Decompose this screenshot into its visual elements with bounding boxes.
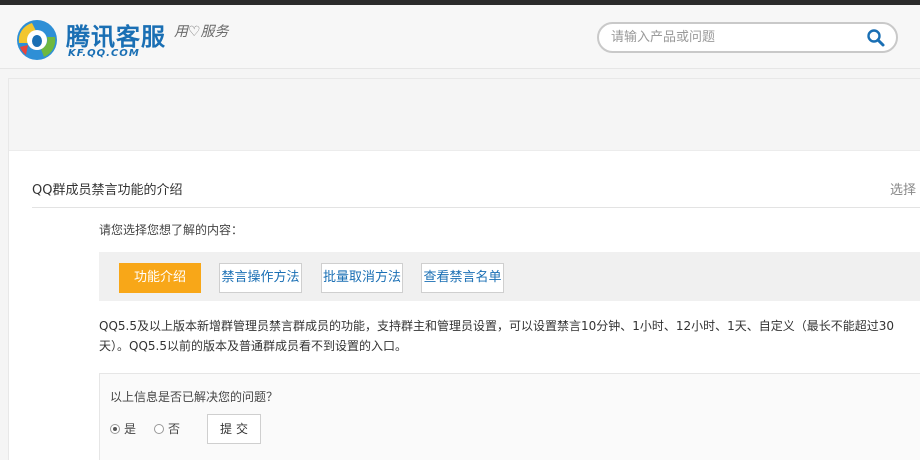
radio-no-label: 否 [168,422,181,436]
content-prompt: 请您选择您想了解的内容： [99,223,244,237]
radio-yes-label: 是 [124,422,137,436]
brand-name: 腾讯客服 [66,23,166,51]
radio-checked-icon [110,423,120,434]
brand-domain: KF.QQ.COM [68,48,140,59]
radio-no[interactable]: 否 [154,421,180,437]
radio-yes[interactable]: 是 [110,421,136,437]
select-link[interactable]: 选择 [890,179,916,198]
radio-unchecked-icon [154,423,164,434]
logo[interactable]: 腾讯客服 KF.QQ.COM 用♡服务 [14,15,244,67]
brand-slogan: 用♡服务 [174,24,229,40]
feedback-question: 以上信息是否已解决您的问题？ [110,390,279,404]
search-icon[interactable] [866,28,886,48]
article-title: QQ群成员禁言功能的介绍 [32,183,183,198]
search-box [597,22,898,53]
search-input[interactable] [611,27,861,48]
banner-area [9,79,920,151]
feedback-panel: 以上信息是否已解决您的问题？ 是 否 提交 [99,373,920,460]
tab-mute-list[interactable]: 查看禁言名单 [421,263,504,293]
content-tabs: 功能介绍 禁言操作方法 批量取消方法 查看禁言名单 [99,252,920,301]
tab-batch-cancel[interactable]: 批量取消方法 [321,263,403,293]
submit-button[interactable]: 提交 [207,414,261,444]
tencent-logo-icon [17,20,57,60]
feature-description: QQ5.5及以上版本新增群管理员禁言群成员的功能，支持群主和管理员设置，可以设置… [99,319,895,353]
divider [32,207,920,208]
main-content: QQ群成员禁言功能的介绍 选择 请您选择您想了解的内容： 功能介绍 禁言操作方法… [8,78,920,460]
tab-intro[interactable]: 功能介绍 [119,263,201,293]
site-header: 腾讯客服 KF.QQ.COM 用♡服务 [0,5,920,69]
tab-mute-method[interactable]: 禁言操作方法 [219,263,302,293]
